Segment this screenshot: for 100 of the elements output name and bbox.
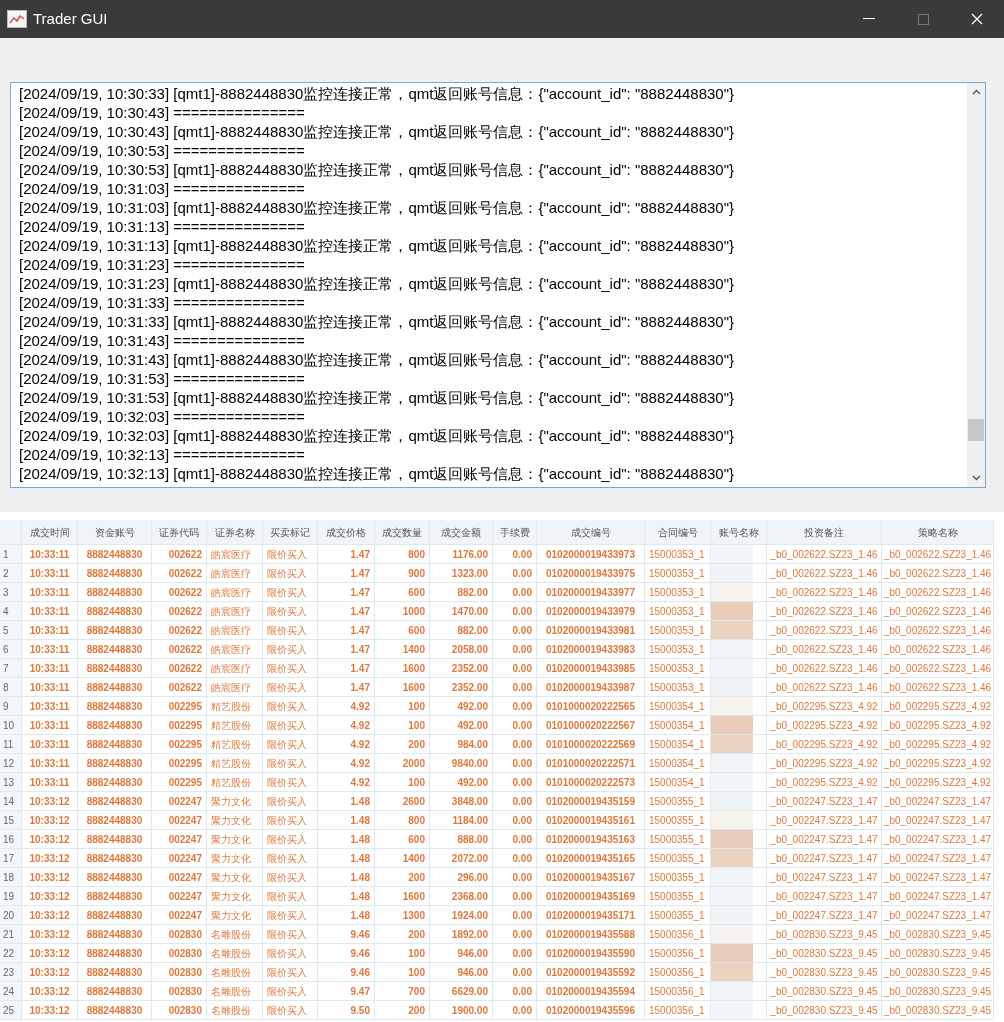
table-cell: 聚力文化	[207, 830, 263, 849]
table-cell: 1.48	[318, 906, 375, 925]
column-header[interactable]: 策略名称	[882, 520, 994, 545]
log-line: [2024/09/19, 10:31:43] ===============	[19, 331, 305, 350]
table-cell: 限价买入	[263, 621, 318, 640]
table-cell: 4.92	[318, 735, 375, 754]
table-cell: 600	[375, 621, 430, 640]
table-cell: _b0_002247.SZ23_1.47	[882, 830, 994, 849]
chart-icon	[7, 10, 27, 28]
table-cell: 8882448830	[78, 583, 152, 602]
table-cell: 限价买入	[263, 792, 318, 811]
column-header[interactable]: 成交时间	[22, 520, 78, 545]
table-cell: _b0_002247.SZ23_1.47	[882, 868, 994, 887]
table-cell: 002247	[152, 792, 207, 811]
scroll-down-icon	[971, 475, 981, 481]
table-cell: 10:33:11	[22, 773, 78, 792]
table-cell: 聚力文化	[207, 906, 263, 925]
table-cell: _b0_002247.SZ23_1.47	[882, 792, 994, 811]
column-header[interactable]: 资金账号	[78, 520, 152, 545]
column-header[interactable]: 成交金额	[430, 520, 493, 545]
table-cell: 1184.00	[430, 811, 493, 830]
table-cell: 10:33:12	[22, 849, 78, 868]
blurred-cell	[711, 830, 753, 848]
table-cell: _b0_002622.SZ23_1.46	[882, 583, 994, 602]
column-header[interactable]: 合同编号	[645, 520, 711, 545]
table-cell: 002295	[152, 697, 207, 716]
table-cell: 800	[375, 811, 430, 830]
table-cell: 2600	[375, 792, 430, 811]
table-cell: 0.00	[493, 811, 537, 830]
row-number: 20	[0, 906, 22, 925]
table-cell: 名雕股份	[207, 982, 263, 1001]
table-cell: _b0_002247.SZ23_1.47	[767, 811, 882, 830]
table-cell: 0.00	[493, 735, 537, 754]
table-cell: 8882448830	[78, 792, 152, 811]
table-cell: _b0_002622.SZ23_1.46	[882, 602, 994, 621]
table-cell: 2000	[375, 754, 430, 773]
table-cell: 002295	[152, 773, 207, 792]
blurred-cell	[711, 906, 753, 924]
table-cell: 限价买入	[263, 716, 318, 735]
column-header[interactable]: 证券名称	[207, 520, 263, 545]
column-header[interactable]: 成交数量	[375, 520, 430, 545]
table-cell: 1924.00	[430, 906, 493, 925]
row-number: 12	[0, 754, 22, 773]
table-cell: 600	[375, 830, 430, 849]
table-cell: _b0_002622.SZ23_1.46	[882, 621, 994, 640]
column-header[interactable]: 成交编号	[537, 520, 645, 545]
table-cell: 1.47	[318, 678, 375, 697]
row-number: 9	[0, 697, 22, 716]
table-cell: 002830	[152, 925, 207, 944]
table-cell: 8882448830	[78, 659, 152, 678]
table-cell: 8882448830	[78, 564, 152, 583]
table-cell: 限价买入	[263, 602, 318, 621]
column-header[interactable]: 买卖标记	[263, 520, 318, 545]
table-cell: 200	[375, 868, 430, 887]
table-cell: _b0_002622.SZ23_1.46	[767, 640, 882, 659]
table-cell: 1.47	[318, 602, 375, 621]
blurred-cell	[711, 849, 753, 867]
table-cell: 002622	[152, 602, 207, 621]
log-line: [2024/09/19, 10:31:23] [qmt1]-8882448830监控连接正常，qmt返回账号信息：{"account_id": "8882448830"}	[19, 274, 735, 293]
row-number: 6	[0, 640, 22, 659]
table-cell: 0102000019435169	[537, 887, 645, 906]
log-line: [2024/09/19, 10:31:03] ===============	[19, 179, 305, 198]
table-cell: 0.00	[493, 906, 537, 925]
column-header[interactable]: 证券代码	[152, 520, 207, 545]
table-cell: 0102000019433985	[537, 659, 645, 678]
table-cell: 002247	[152, 849, 207, 868]
table-cell: _b0_002295.SZ23_4.92	[767, 754, 882, 773]
column-header[interactable]: 手续费	[493, 520, 537, 545]
table-cell: 限价买入	[263, 868, 318, 887]
blurred-cell	[711, 678, 753, 696]
table-cell: 0.00	[493, 754, 537, 773]
table-cell: 限价买入	[263, 583, 318, 602]
table-cell: _b0_002247.SZ23_1.47	[767, 906, 882, 925]
table-cell: 002247	[152, 887, 207, 906]
row-number: 8	[0, 678, 22, 697]
table-cell: 0.00	[493, 1001, 537, 1020]
table-cell: 8882448830	[78, 773, 152, 792]
close-icon	[971, 13, 983, 25]
table-cell: 聚力文化	[207, 811, 263, 830]
table-cell: 1400	[375, 849, 430, 868]
minimize-icon	[863, 18, 875, 20]
log-line: [2024/09/19, 10:31:33] ===============	[19, 293, 305, 312]
table-cell: _b0_002622.SZ23_1.46	[882, 545, 994, 564]
column-header[interactable]: 投资备注	[767, 520, 882, 545]
table-cell: 10:33:11	[22, 602, 78, 621]
log-line: [2024/09/19, 10:31:03] [qmt1]-8882448830监控连接正常，qmt返回账号信息：{"account_id": "8882448830"}	[19, 198, 735, 217]
blurred-cell	[711, 868, 753, 886]
table-cell: 1.48	[318, 849, 375, 868]
table-cell: 0.00	[493, 868, 537, 887]
scrollbar-thumb[interactable]	[968, 419, 984, 441]
table-cell: 聚力文化	[207, 887, 263, 906]
table-cell: 10:33:12	[22, 792, 78, 811]
table-cell: 1176.00	[430, 545, 493, 564]
scroll-up-icon	[971, 89, 981, 95]
table-cell: 0.00	[493, 887, 537, 906]
table-cell: 8882448830	[78, 830, 152, 849]
table-cell: 002247	[152, 830, 207, 849]
scrollbar[interactable]	[967, 83, 985, 487]
table-cell: 限价买入	[263, 906, 318, 925]
column-header[interactable]: 成交价格	[318, 520, 375, 545]
